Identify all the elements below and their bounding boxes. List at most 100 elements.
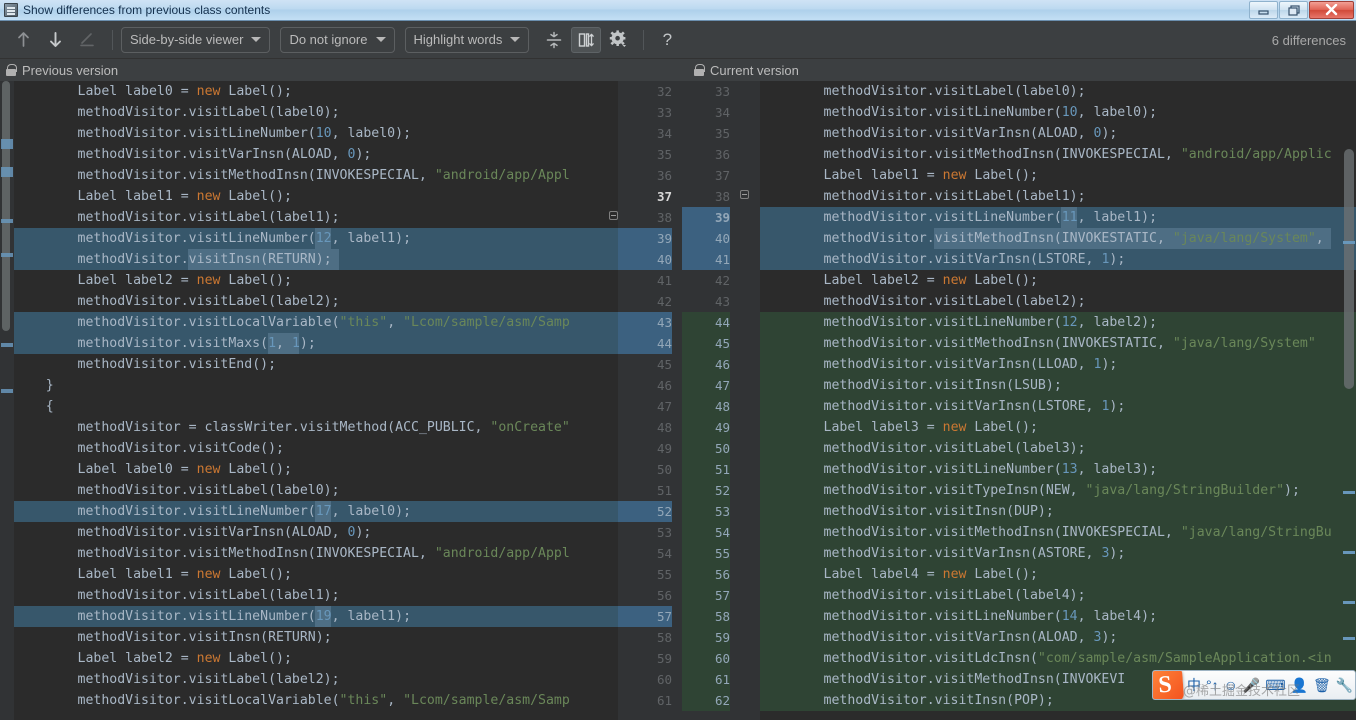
code-line[interactable]: methodVisitor.visitLdcInsn("com/sample/a… — [760, 648, 1356, 669]
diff-marker[interactable] — [1, 253, 13, 257]
line-number: 52 — [618, 501, 672, 522]
diff-marker[interactable] — [1, 343, 13, 347]
code-line[interactable]: methodVisitor.visitTypeInsn(NEW, "java/l… — [760, 480, 1356, 501]
diff-marker[interactable] — [1, 219, 13, 223]
diff-marker[interactable] — [1, 389, 13, 393]
left-scrollbar-thumb[interactable] — [2, 81, 10, 331]
code-line[interactable]: methodVisitor.visitMaxs(1, 1); — [14, 333, 618, 354]
code-line[interactable]: methodVisitor.visitVarInsn(LSTORE, 1); — [760, 396, 1356, 417]
diff-marker[interactable] — [1343, 551, 1355, 554]
code-line[interactable]: Label label4 = new Label(); — [760, 564, 1356, 585]
code-line[interactable]: methodVisitor.visitLabel(label1); — [760, 186, 1356, 207]
restore-button[interactable] — [1279, 1, 1308, 19]
toolbox-icon[interactable]: 🗑 — [1313, 677, 1331, 694]
left-diff-marker-strip[interactable] — [0, 81, 14, 720]
code-line[interactable]: methodVisitor.visitVarInsn(ALOAD, 3); — [760, 627, 1356, 648]
code-line[interactable]: methodVisitor.visitLocalVariable("this",… — [14, 312, 618, 333]
code-line[interactable]: methodVisitor.visitLabel(label2); — [14, 291, 618, 312]
right-scrollbar-thumb[interactable] — [1344, 149, 1354, 389]
diff-marker[interactable] — [1, 167, 13, 177]
code-line[interactable]: methodVisitor.visitLineNumber(13, label3… — [760, 459, 1356, 480]
code-line[interactable]: Label label0 = new Label(); — [14, 459, 618, 480]
code-line[interactable]: methodVisitor = classWriter.visitMethod(… — [14, 417, 618, 438]
code-line[interactable]: Label label0 = new Label(); — [14, 81, 618, 102]
code-line[interactable]: } — [14, 375, 618, 396]
code-line[interactable]: Label label2 = new Label(); — [14, 270, 618, 291]
code-line[interactable]: methodVisitor.visitLineNumber(11, label1… — [760, 207, 1356, 228]
diff-marker[interactable] — [1343, 241, 1355, 244]
previous-difference-button[interactable] — [8, 27, 38, 53]
diff-marker[interactable] — [1, 139, 13, 149]
code-line[interactable]: methodVisitor.visitMethodInsn(INVOKESPEC… — [760, 144, 1356, 165]
code-line[interactable]: methodVisitor.visitLineNumber(12, label1… — [14, 228, 618, 249]
diff-marker[interactable] — [1343, 601, 1355, 604]
code-line[interactable]: methodVisitor.visitInsn(RETURN); — [14, 627, 618, 648]
line-number: 56 — [682, 564, 730, 585]
highlight-policy-select[interactable]: Highlight words — [404, 26, 530, 53]
fold-marker-left[interactable] — [609, 211, 618, 220]
code-line[interactable]: methodVisitor.visitLabel(label1); — [14, 585, 618, 606]
synchronize-scroll-button[interactable] — [571, 26, 602, 53]
code-line[interactable]: methodVisitor.visitLabel(label0); — [14, 480, 618, 501]
code-line[interactable]: methodVisitor.visitVarInsn(LLOAD, 1); — [760, 354, 1356, 375]
code-line[interactable]: methodVisitor.visitLabel(label4); — [760, 585, 1356, 606]
code-line[interactable]: Label label2 = new Label(); — [14, 648, 618, 669]
code-line[interactable]: methodVisitor.visitMethodInsn(INVOKESPEC… — [14, 543, 618, 564]
diff-marker[interactable] — [1343, 491, 1355, 494]
code-line[interactable]: methodVisitor.visitLabel(label0); — [760, 81, 1356, 102]
code-line[interactable]: methodVisitor.visitLineNumber(17, label0… — [14, 501, 618, 522]
code-line[interactable]: methodVisitor.visitMethodInsn(INVOKESPEC… — [760, 522, 1356, 543]
line-number: 44 — [618, 333, 672, 354]
code-line[interactable]: methodVisitor.visitLineNumber(19, label1… — [14, 606, 618, 627]
code-line[interactable]: methodVisitor.visitMethodInsn(INVOKESTAT… — [760, 228, 1356, 249]
code-line[interactable]: methodVisitor.visitLineNumber(14, label4… — [760, 606, 1356, 627]
code-line[interactable]: methodVisitor.visitLabel(label3); — [760, 438, 1356, 459]
code-line[interactable]: methodVisitor.visitMethodInsn(INVOKESPEC… — [14, 165, 618, 186]
sogou-ime-toolbar[interactable]: S 中 °↑ ☺ 🎤 ⌨ 👤 🗑 🔧 @稀土掘金技术社区 — [1152, 670, 1356, 700]
gear-icon[interactable] — [603, 27, 633, 53]
code-line[interactable]: Label label1 = new Label(); — [14, 564, 618, 585]
code-line[interactable]: methodVisitor.visitLabel(label2); — [760, 291, 1356, 312]
edit-icon[interactable] — [72, 27, 102, 53]
code-line[interactable]: methodVisitor.visitCode(); — [14, 438, 618, 459]
code-line[interactable]: methodVisitor.visitLabel(label1); — [14, 207, 618, 228]
code-line[interactable]: methodVisitor.visitVarInsn(ALOAD, 0); — [14, 522, 618, 543]
code-line[interactable]: methodVisitor.visitInsn(DUP); — [760, 501, 1356, 522]
code-line[interactable]: methodVisitor.visitLineNumber(10, label0… — [14, 123, 618, 144]
left-code-column[interactable]: Label label0 = new Label(); methodVisito… — [14, 81, 618, 720]
code-line[interactable]: methodVisitor.visitLocalVariable("this",… — [14, 690, 618, 711]
class-file-icon — [4, 3, 18, 17]
sogou-logo-icon[interactable]: S — [1153, 671, 1185, 699]
code-line[interactable]: { — [14, 396, 618, 417]
right-scrollbar[interactable] — [1342, 81, 1356, 720]
close-button[interactable] — [1309, 1, 1354, 19]
code-line[interactable]: methodVisitor.visitVarInsn(LSTORE, 1); — [760, 249, 1356, 270]
help-button[interactable]: ? — [652, 27, 682, 53]
code-line[interactable]: Label label2 = new Label(); — [760, 270, 1356, 291]
code-line[interactable]: methodVisitor.visitInsn(LSUB); — [760, 375, 1356, 396]
code-line[interactable]: methodVisitor.visitEnd(); — [14, 354, 618, 375]
code-line[interactable]: methodVisitor.visitVarInsn(ALOAD, 0); — [14, 144, 618, 165]
wrench-icon[interactable]: 🔧 — [1336, 677, 1353, 694]
minimize-button[interactable] — [1249, 1, 1278, 19]
code-line[interactable]: methodVisitor.visitMethodInsn(INVOKESTAT… — [760, 333, 1356, 354]
line-number: 40 — [618, 249, 672, 270]
code-line[interactable]: Label label3 = new Label(); — [760, 417, 1356, 438]
right-code-column[interactable]: methodVisitor.visitLabel(label0); method… — [760, 81, 1356, 720]
code-line[interactable]: Label label1 = new Label(); — [760, 165, 1356, 186]
diff-marker[interactable] — [1343, 637, 1355, 640]
code-line[interactable]: methodVisitor.visitLabel(label2); — [14, 669, 618, 690]
ignore-policy-select[interactable]: Do not ignore — [280, 26, 395, 53]
code-line[interactable]: methodVisitor.visitLabel(label0); — [14, 102, 618, 123]
fold-marker-right[interactable] — [740, 190, 749, 199]
code-line[interactable]: Label label1 = new Label(); — [14, 186, 618, 207]
viewer-mode-select[interactable]: Side-by-side viewer — [121, 26, 271, 53]
code-line[interactable]: methodVisitor.visitLineNumber(12, label2… — [760, 312, 1356, 333]
line-number: 51 — [656, 483, 672, 498]
collapse-unchanged-button[interactable] — [539, 27, 569, 53]
code-line[interactable]: methodVisitor.visitVarInsn(ALOAD, 0); — [760, 123, 1356, 144]
code-line[interactable]: methodVisitor.visitLineNumber(10, label0… — [760, 102, 1356, 123]
next-difference-button[interactable] — [40, 27, 70, 53]
code-line[interactable]: methodVisitor.visitInsn(RETURN); — [14, 249, 618, 270]
code-line[interactable]: methodVisitor.visitVarInsn(ASTORE, 3); — [760, 543, 1356, 564]
